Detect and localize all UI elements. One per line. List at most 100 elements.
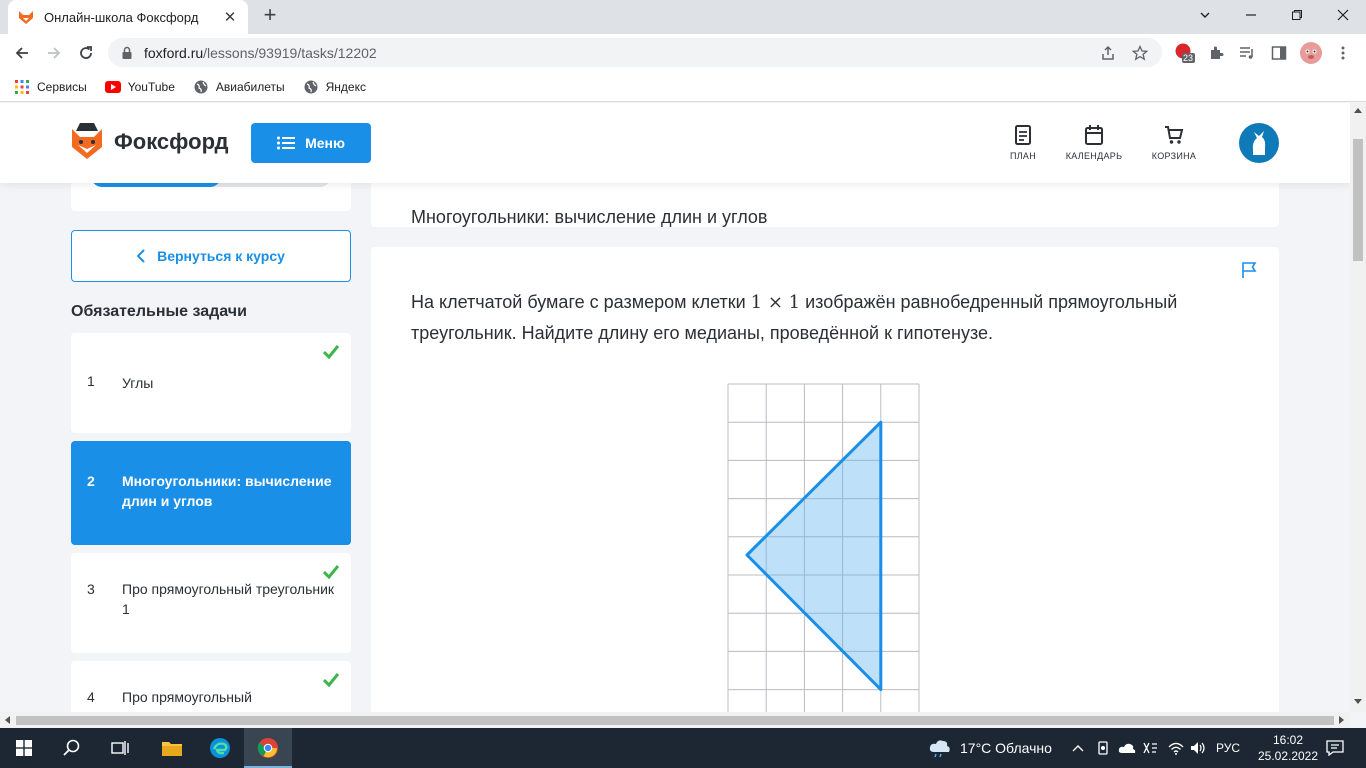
check-icon xyxy=(323,673,339,687)
notifications-icon[interactable] xyxy=(1326,728,1344,768)
profile-avatar-icon[interactable] xyxy=(1300,42,1322,64)
weather-text: 17°C Облачно xyxy=(960,740,1052,756)
brand-name: Фоксфорд xyxy=(114,129,229,154)
cat-avatar-icon xyxy=(1252,131,1266,155)
globe-icon xyxy=(303,79,319,95)
clock-date: 25.02.2022 xyxy=(1257,749,1319,763)
side-panel-icon[interactable] xyxy=(1268,42,1290,64)
chevron-left-icon xyxy=(137,249,145,263)
calendar-icon xyxy=(1059,125,1129,145)
share-icon[interactable] xyxy=(1098,43,1118,63)
back-arrow-icon[interactable] xyxy=(9,40,35,66)
bookmark-aviabilety[interactable]: Авиабилеты xyxy=(193,79,285,95)
bookmark-label: Авиабилеты xyxy=(215,79,285,94)
browser-toolbar: foxford.ru/lessons/93919/tasks/12202 23 xyxy=(0,34,1366,72)
task-item-4[interactable]: 4 Про прямоугольный xyxy=(71,661,351,712)
task-item-3[interactable]: 3 Про прямоугольный треугольник 1 xyxy=(71,553,351,653)
check-icon xyxy=(323,345,339,359)
browser-menu-icon[interactable] xyxy=(1332,42,1354,64)
horizontal-scroll-thumb[interactable] xyxy=(16,716,1334,725)
wifi-icon[interactable] xyxy=(1168,728,1184,768)
scroll-right-icon[interactable] xyxy=(1339,716,1345,724)
address-bar[interactable]: foxford.ru/lessons/93919/tasks/12202 xyxy=(108,38,1162,67)
problem-text: На клетчатой бумаге с размером клетки 1 … xyxy=(411,287,1251,348)
adblock-extension-icon[interactable]: 23 xyxy=(1174,42,1196,64)
task-item-2[interactable]: 2 Многоугольники: вычисление длин и угло… xyxy=(71,441,351,545)
nav-label: КОРЗИНА xyxy=(1151,151,1197,161)
list-icon xyxy=(277,136,296,150)
nav-calendar[interactable]: КАЛЕНДАРЬ xyxy=(1059,125,1129,161)
tray-chevron-icon[interactable] xyxy=(1072,728,1084,768)
lock-icon[interactable] xyxy=(120,46,134,60)
back-label: Вернуться к курсу xyxy=(157,248,285,264)
tab-title: Онлайн-школа Фоксфорд xyxy=(44,9,199,25)
apps-grid-icon xyxy=(14,79,30,95)
task-item-1[interactable]: 1 Углы xyxy=(71,333,351,433)
problem-text-before: На клетчатой бумаге с размером клетки xyxy=(411,292,751,312)
bookmark-services[interactable]: Сервисы xyxy=(14,79,87,95)
task-view-icon[interactable] xyxy=(96,728,144,768)
device-icon[interactable] xyxy=(1096,728,1110,768)
youtube-icon xyxy=(104,79,121,95)
grid-triangle-figure xyxy=(727,383,920,712)
scroll-left-icon[interactable] xyxy=(4,716,10,724)
volume-icon[interactable] xyxy=(1190,728,1206,768)
back-to-course-button[interactable]: Вернуться к курсу xyxy=(71,230,351,282)
restore-icon[interactable] xyxy=(1274,0,1320,30)
task-title: Про прямоугольный xyxy=(122,689,252,705)
flag-report-icon[interactable] xyxy=(1241,261,1259,279)
task-number: 1 xyxy=(87,373,95,389)
chrome-browser-icon[interactable] xyxy=(244,728,292,768)
task-number: 2 xyxy=(87,473,95,489)
windows-start-icon[interactable] xyxy=(0,728,48,768)
bookmark-yandex[interactable]: Яндекс xyxy=(303,79,366,95)
menu-label: Меню xyxy=(305,135,345,151)
scroll-up-icon[interactable] xyxy=(1354,107,1362,113)
vertical-scrollbar[interactable] xyxy=(1350,103,1366,712)
new-tab-icon[interactable]: + xyxy=(258,4,282,28)
bookmark-label: YouTube xyxy=(127,79,175,94)
system-clock[interactable]: 16:02 25.02.2022 xyxy=(1256,732,1320,764)
globe-icon xyxy=(193,79,209,95)
task-title: Углы xyxy=(122,375,154,391)
fox-logo-icon xyxy=(72,123,102,159)
section-title: Обязательные задачи xyxy=(71,303,247,320)
nav-label: КАЛЕНДАРЬ xyxy=(1065,151,1123,161)
user-avatar[interactable] xyxy=(1239,123,1279,163)
menu-button[interactable]: Меню xyxy=(251,123,371,163)
minimize-icon[interactable] xyxy=(1228,0,1274,30)
site-logo[interactable]: Фоксфорд xyxy=(70,123,228,161)
file-explorer-icon[interactable] xyxy=(148,728,196,768)
scroll-down-icon[interactable] xyxy=(1354,699,1362,705)
url-text[interactable]: foxford.ru/lessons/93919/tasks/12202 xyxy=(144,45,1086,61)
bookmark-label: Сервисы xyxy=(37,79,87,94)
reload-icon[interactable] xyxy=(73,40,99,66)
bookmark-star-icon[interactable] xyxy=(1130,43,1150,63)
weather-widget[interactable]: 17°C Облачно xyxy=(928,728,1052,768)
vertical-scroll-thumb[interactable] xyxy=(1353,139,1363,261)
horizontal-scrollbar[interactable] xyxy=(0,712,1350,728)
onedrive-cloud-icon[interactable] xyxy=(1118,728,1136,768)
edge-browser-icon[interactable] xyxy=(196,728,244,768)
tab-search-icon[interactable] xyxy=(1182,0,1228,30)
keyboard-layout-icon[interactable] xyxy=(1142,728,1158,768)
close-window-icon[interactable] xyxy=(1320,0,1366,30)
media-controls-icon[interactable] xyxy=(1236,42,1258,64)
nav-plan[interactable]: ПЛАН xyxy=(988,125,1058,161)
forward-arrow-icon[interactable] xyxy=(41,40,67,66)
language-label: РУС xyxy=(1216,741,1241,755)
bookmark-youtube[interactable]: YouTube xyxy=(104,79,175,95)
cell-size-formula: 1 × 1 xyxy=(750,292,801,313)
extension-badge: 23 xyxy=(1183,53,1194,63)
bookmark-label: Яндекс xyxy=(325,79,366,94)
tab-close-icon[interactable]: ✕ xyxy=(222,8,238,26)
extensions-puzzle-icon[interactable] xyxy=(1205,42,1227,64)
browser-tab[interactable]: Онлайн-школа Фоксфорд ✕ xyxy=(8,0,248,34)
search-icon[interactable] xyxy=(48,728,96,768)
language-indicator[interactable]: РУС xyxy=(1216,728,1240,768)
nav-cart[interactable]: КОРЗИНА xyxy=(1139,125,1209,161)
task-title: Многоугольники: вычисление длин и углов xyxy=(122,473,332,509)
plan-icon xyxy=(988,125,1058,145)
task-number: 3 xyxy=(87,581,95,597)
task-number: 4 xyxy=(87,689,95,705)
